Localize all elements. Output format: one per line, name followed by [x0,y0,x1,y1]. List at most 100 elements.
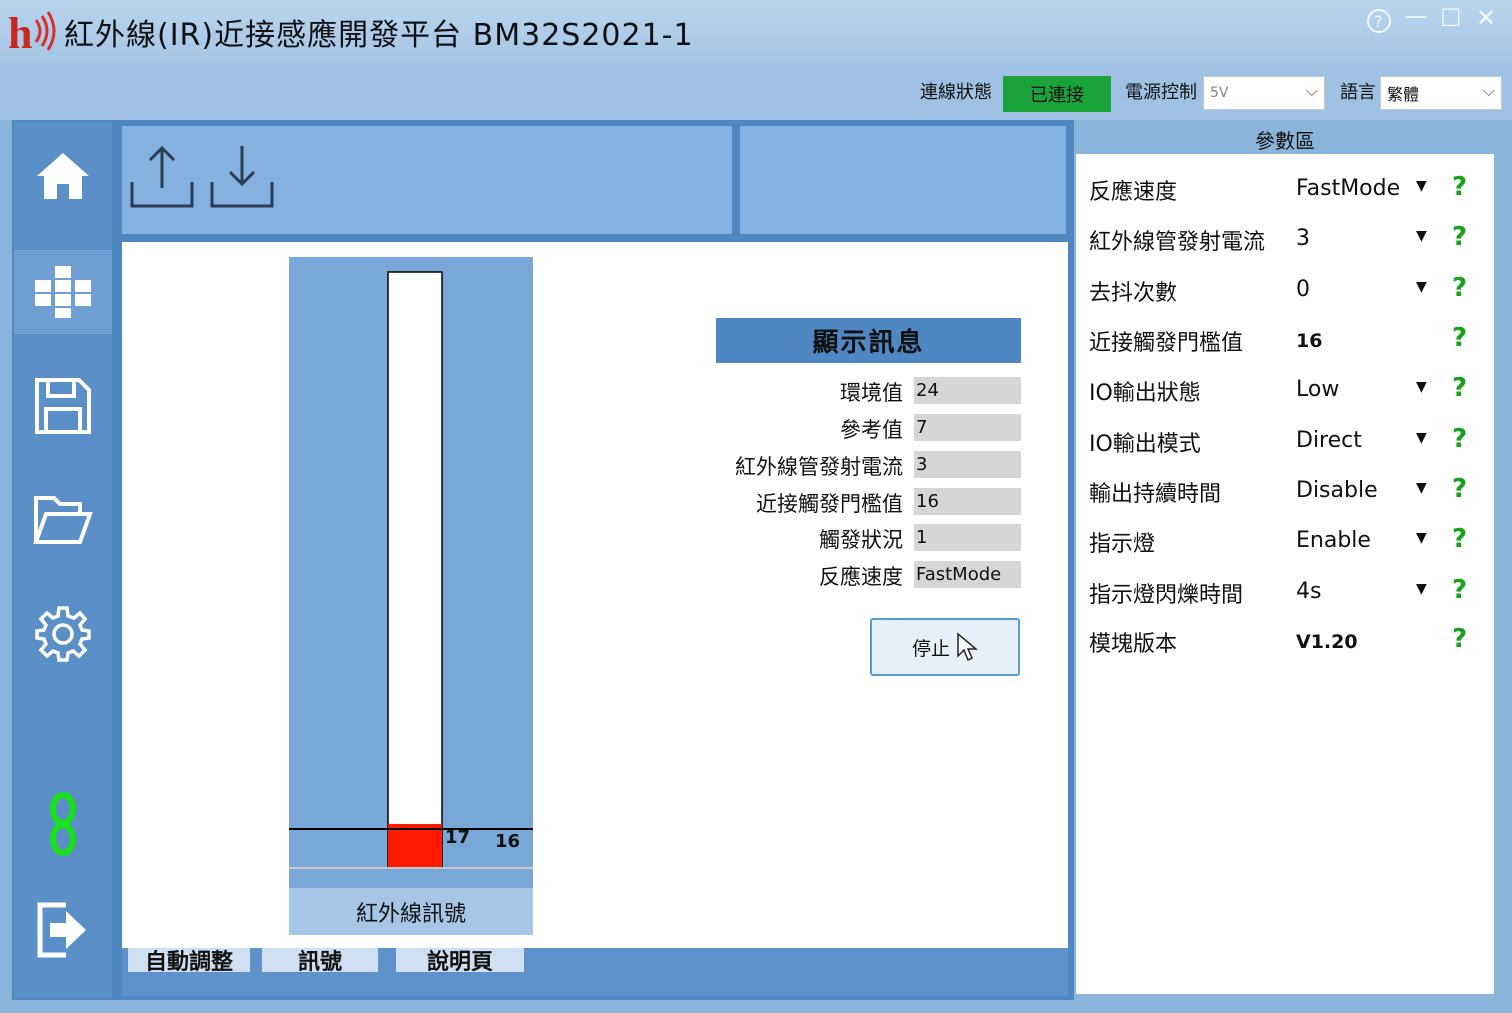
help-icon[interactable]: ? [1452,524,1467,554]
param-row-blink-time: 指示燈閃爍時間 4s ▼ ? [1076,569,1494,619]
param-row-indicator: 指示燈 Enable ▼ ? [1076,518,1494,568]
param-row-threshold: 近接觸發門檻值 16 ? [1076,317,1494,367]
info-label: 近接觸發門檻值 [756,492,903,516]
info-label: 參考值 [840,418,903,442]
help-icon[interactable]: ? [1452,624,1467,654]
modules-icon [35,266,91,318]
tab-signal[interactable]: 訊號 [262,948,378,975]
param-row-module-version: 模塊版本 V1.20 ? [1076,618,1494,668]
tab-help-page[interactable]: 說明頁 [396,948,524,975]
close-button[interactable]: ✕ [1476,4,1496,32]
help-icon[interactable]: ? [1452,424,1467,454]
power-select[interactable]: 5V ⌵ [1203,76,1325,110]
param-label: 模塊版本 [1089,632,1178,657]
sidebar-item-open[interactable] [14,478,112,562]
sidebar-item-home[interactable] [14,134,112,218]
help-icon[interactable]: ? [1452,172,1467,202]
param-label: 紅外線管發射電流 [1089,230,1266,255]
help-icon[interactable]: ? [1452,474,1467,504]
info-row: 參考值 7 [690,414,1021,442]
info-label: 環境值 [840,381,903,405]
param-value[interactable]: Disable [1296,478,1378,503]
info-label: 反應速度 [819,565,903,589]
upload-icon[interactable] [128,144,196,210]
param-row-output-duration: 輸出持續時間 Disable ▼ ? [1076,468,1494,518]
caret-down-icon[interactable]: ▼ [1416,178,1427,194]
status-bar: 連線狀態 已連接 電源控制 5V ⌵ 語言 繁體 ⌵ [0,62,1512,120]
param-value[interactable]: 4s [1296,579,1321,604]
maximize-button[interactable]: ☐ [1440,4,1462,32]
info-value: 7 [914,414,1021,441]
sidebar-item-settings[interactable] [14,592,112,676]
caret-down-icon[interactable]: ▼ [1416,228,1427,244]
stop-button[interactable]: 停止 [870,618,1020,676]
caret-down-icon[interactable]: ▼ [1416,279,1427,295]
language-select-value: 繁體 [1387,85,1420,104]
language-select[interactable]: 繁體 ⌵ [1380,76,1502,110]
stop-button-label: 停止 [911,637,950,660]
sidebar-item-link[interactable] [14,782,112,866]
help-icon[interactable]: ? [1452,273,1467,303]
info-row: 反應速度 FastMode [690,561,1021,589]
gear-icon [35,606,91,662]
param-value[interactable]: 16 [1296,330,1322,352]
cursor-icon [957,632,978,662]
sidebar-item-modules[interactable] [14,250,112,334]
param-value[interactable]: FastMode [1296,176,1400,201]
power-select-value: 5V [1210,85,1229,101]
info-value: 3 [914,451,1021,478]
toolbar [122,126,732,234]
save-icon [35,378,91,434]
folder-open-icon [33,496,93,544]
gauge-signal-value: 17 [445,827,471,848]
param-row-io-output-state: IO輸出狀態 Low ▼ ? [1076,367,1494,417]
help-icon[interactable]: ? [1452,222,1467,252]
help-window-icon[interactable]: ? [1366,8,1392,40]
tab-auto-adjust[interactable]: 自動調整 [128,948,250,975]
exit-icon [37,902,86,958]
connection-label: 連線狀態 [920,82,992,103]
sidebar-item-save[interactable] [14,364,112,448]
param-value[interactable]: Enable [1296,528,1371,553]
info-row: 紅外線管發射電流 3 [690,451,1021,479]
ir-signal-gauge: 17 16 [289,257,533,935]
info-label: 紅外線管發射電流 [735,455,903,479]
param-value[interactable]: 0 [1296,277,1310,302]
info-row: 環境值 24 [690,377,1021,405]
param-row-debounce: 去抖次數 0 ▼ ? [1076,267,1494,317]
caret-down-icon[interactable]: ▼ [1416,581,1427,597]
param-row-io-output-mode: IO輸出模式 Direct ▼ ? [1076,418,1494,468]
chevron-down-icon: ⌵ [1482,81,1495,100]
info-row: 近接觸發門檻值 16 [690,488,1021,516]
info-value: FastMode [914,561,1021,588]
sidebar-item-exit[interactable] [14,888,112,972]
minimize-button[interactable]: — [1404,2,1428,30]
param-value[interactable]: 3 [1296,226,1310,251]
title-bar: h 紅外線(IR)近接感應開發平台 BM32S2021-1 ? — ☐ ✕ [0,0,1512,62]
help-icon[interactable]: ? [1452,373,1467,403]
caret-down-icon[interactable]: ▼ [1416,430,1427,446]
info-row: 觸發狀況 1 [690,524,1021,552]
language-label: 語言 [1340,82,1376,103]
help-icon[interactable]: ? [1452,323,1467,353]
caret-down-icon[interactable]: ▼ [1416,480,1427,496]
caret-down-icon[interactable]: ▼ [1416,379,1427,395]
gauge-tube [387,271,443,868]
download-icon[interactable] [208,144,276,210]
svg-text:?: ? [1374,12,1383,31]
param-label: 去抖次數 [1089,281,1178,306]
param-value[interactable]: Direct [1296,428,1362,453]
help-icon[interactable]: ? [1452,575,1467,605]
gauge-threshold-value: 16 [495,831,521,852]
info-value: 1 [914,524,1021,551]
caret-down-icon[interactable]: ▼ [1416,530,1427,546]
param-value[interactable]: Low [1296,377,1339,402]
param-label: 近接觸發門檻值 [1089,331,1244,356]
param-label: IO輸出狀態 [1089,381,1201,406]
power-label: 電源控制 [1125,82,1197,103]
sidebar [14,122,112,998]
gauge-caption: 紅外線訊號 [289,888,533,935]
info-header: 顯示訊息 [716,318,1021,363]
param-value: V1.20 [1296,631,1358,653]
home-icon [37,153,89,199]
